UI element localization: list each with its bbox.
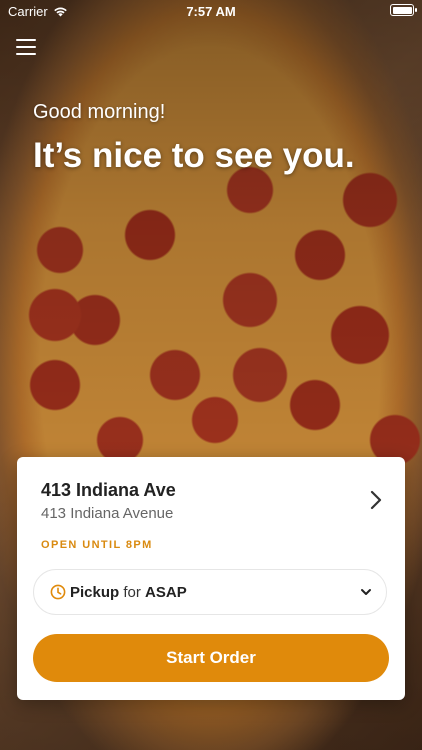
- status-time: 7:57 AM: [186, 4, 236, 19]
- pickup-time-select[interactable]: Pickup for ASAP: [33, 569, 387, 615]
- order-mode: Pickup: [70, 584, 120, 601]
- menu-icon-bar-top: [16, 39, 36, 41]
- menu-button[interactable]: [16, 39, 36, 55]
- store-card: 413 Indiana Ave 413 Indiana Avenue OPEN …: [17, 457, 405, 700]
- chevron-right-icon[interactable]: [369, 489, 383, 511]
- greeting-text: Good morning!: [33, 101, 166, 123]
- start-order-button[interactable]: Start Order: [33, 634, 389, 682]
- open-status-label: OPEN UNTIL 8PM: [41, 539, 153, 551]
- status-right: [390, 4, 417, 16]
- clock-icon: [50, 584, 66, 600]
- menu-icon-bar-bottom: [16, 53, 36, 55]
- store-address[interactable]: 413 Indiana Avenue: [41, 505, 173, 522]
- order-time: ASAP: [145, 584, 187, 601]
- store-name[interactable]: 413 Indiana Ave: [41, 480, 176, 501]
- pickup-summary: Pickup for ASAP: [70, 584, 187, 601]
- chevron-down-icon: [361, 589, 371, 595]
- menu-icon-bar-middle: [16, 46, 36, 48]
- order-mode-connector: for: [123, 584, 141, 601]
- status-bar: Carrier 7:57 AM: [0, 0, 422, 24]
- battery-icon: [390, 4, 417, 16]
- headline-text: It’s nice to see you.: [33, 136, 355, 175]
